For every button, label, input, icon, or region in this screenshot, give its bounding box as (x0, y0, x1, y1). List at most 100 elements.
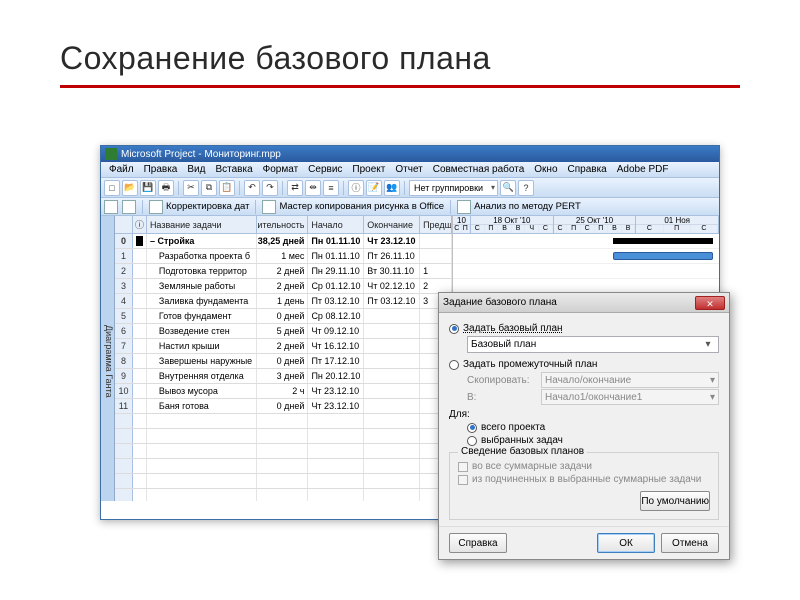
tb-split-icon[interactable]: ≡ (323, 180, 339, 196)
table-row-empty[interactable] (115, 429, 452, 444)
menu-insert[interactable]: Вставка (211, 164, 256, 175)
slide-title: Сохранение базового плана (60, 40, 740, 77)
radio-icon (467, 436, 477, 446)
tb-open-icon[interactable]: 📂 (122, 180, 138, 196)
for-label: Для: (449, 409, 719, 420)
table-row-empty[interactable] (115, 474, 452, 489)
table-row[interactable]: 2Подготовка территор2 днейПн 29.11.10Вт … (115, 264, 452, 279)
task-grid: ⓘ Название задачи Длительность Начало Ок… (115, 216, 453, 501)
table-row[interactable]: 0– Стройка38,25 днейПн 01.11.10Чт 23.12.… (115, 234, 452, 249)
rollup-group: Сведение базовых планов во все суммарные… (449, 452, 719, 520)
tb-unlink-icon[interactable]: ⇹ (305, 180, 321, 196)
table-row[interactable]: 7Настил крыши2 днейЧт 16.12.10 (115, 339, 452, 354)
table-row[interactable]: 6Возведение стен5 днейЧт 09.12.10 (115, 324, 452, 339)
ok-button[interactable]: ОК (597, 533, 655, 553)
group-legend: Сведение базовых планов (458, 446, 587, 457)
default-button[interactable]: По умолчанию (640, 491, 710, 511)
tb-undo-icon[interactable]: ↶ (244, 180, 260, 196)
table-row[interactable]: 4Заливка фундамента1 деньПт 03.12.10Пт 0… (115, 294, 452, 309)
tb-save-icon[interactable]: 💾 (140, 180, 156, 196)
tb-assign-icon[interactable]: 👥 (384, 180, 400, 196)
radio-icon (449, 360, 459, 370)
app-icon (105, 148, 117, 160)
tb-print-icon[interactable]: 🖶 (158, 180, 174, 196)
title-underline (60, 85, 740, 88)
pdf2-icon[interactable] (122, 200, 136, 214)
menu-tools[interactable]: Сервис (304, 164, 346, 175)
radio-icon (467, 423, 477, 433)
menu-edit[interactable]: Правка (140, 164, 182, 175)
table-row[interactable]: 1Разработка проекта б1 месПн 01.11.10Пт … (115, 249, 452, 264)
col-start[interactable]: Начало (308, 216, 364, 233)
tb-help-icon[interactable]: ? (518, 180, 534, 196)
grouping-select[interactable]: Нет группировки (409, 180, 498, 196)
table-row[interactable]: 8Завершены наружные0 днейПт 17.12.10 (115, 354, 452, 369)
chk-all-summary: во все суммарные задачи (458, 461, 710, 472)
set-baseline-dialog: Задание базового плана ✕ Задать базовый … (438, 292, 730, 560)
dialog-title: Задание базового плана (443, 297, 557, 308)
radio-icon (449, 324, 459, 334)
tb-redo-icon[interactable]: ↷ (262, 180, 278, 196)
col-name[interactable]: Название задачи (147, 216, 257, 233)
table-row-empty[interactable] (115, 489, 452, 501)
col-indicator[interactable]: ⓘ (133, 216, 147, 233)
menu-window[interactable]: Окно (530, 164, 561, 175)
help-button[interactable]: Справка (449, 533, 507, 553)
table-row[interactable]: 11Баня готова0 днейЧт 23.12.10 (115, 399, 452, 414)
checkbox-icon (458, 475, 468, 485)
table-row[interactable]: 5Готов фундамент0 днейСр 08.12.10 (115, 309, 452, 324)
baseline-select[interactable]: Базовый план▾ (467, 336, 719, 353)
app-titlebar: Microsoft Project - Мониторинг.mpp (101, 146, 719, 162)
table-row[interactable]: 9Внутренняя отделка3 днейПн 20.12.10 (115, 369, 452, 384)
view-bar-gantt[interactable]: Диаграмма Ганта (101, 216, 115, 501)
radio-selected-tasks[interactable]: выбранных задач (467, 435, 719, 446)
app-title: Microsoft Project - Мониторинг.mpp (121, 149, 281, 160)
gantt-timescale: 10СП 18 Окт '10СПВВЧС 25 Окт '10СПСПВВ 0… (453, 216, 719, 234)
menu-help[interactable]: Справка (564, 164, 611, 175)
menu-format[interactable]: Формат (259, 164, 303, 175)
table-row-empty[interactable] (115, 459, 452, 474)
into-label: В: (467, 392, 537, 403)
chk-from-subtasks: из подчиненных в выбранные суммарные зад… (458, 474, 710, 485)
tb-new-icon[interactable]: □ (104, 180, 120, 196)
radio-entire-project[interactable]: всего проекта (467, 422, 719, 433)
pert-analysis-button[interactable]: Анализ по методу PERT (457, 200, 581, 214)
toolbar-secondary: Корректировка дат Мастер копирования рис… (101, 198, 719, 216)
tb-info-icon[interactable]: ⓘ (348, 180, 364, 196)
tb-paste-icon[interactable]: 📋 (219, 180, 235, 196)
copy-select: Начало/окончание▾ (541, 372, 719, 388)
summary-bar[interactable] (613, 238, 713, 244)
copy-label: Скопировать: (467, 375, 537, 386)
table-row[interactable]: 10Вывоз мусора2 чЧт 23.12.10 (115, 384, 452, 399)
menu-view[interactable]: Вид (183, 164, 209, 175)
menu-project[interactable]: Проект (348, 164, 389, 175)
task-bar-1[interactable] (613, 252, 713, 260)
table-row-empty[interactable] (115, 414, 452, 429)
dialog-titlebar: Задание базового плана ✕ (439, 293, 729, 313)
tb-cut-icon[interactable]: ✂ (183, 180, 199, 196)
menu-report[interactable]: Отчет (391, 164, 426, 175)
table-row-empty[interactable] (115, 444, 452, 459)
col-pred[interactable]: Предшественники (420, 216, 452, 233)
col-finish[interactable]: Окончание (364, 216, 420, 233)
adjust-dates-button[interactable]: Корректировка дат (149, 200, 249, 214)
tb-copy-icon[interactable]: ⧉ (201, 180, 217, 196)
tb-link-icon[interactable]: ⇄ (287, 180, 303, 196)
table-row[interactable]: 3Земляные работы2 днейСр 01.12.10Чт 02.1… (115, 279, 452, 294)
cancel-button[interactable]: Отмена (661, 533, 719, 553)
toolbar-main: □ 📂 💾 🖶 ✂ ⧉ 📋 ↶ ↷ ⇄ ⇹ ≡ ⓘ 📝 👥 Нет группи… (101, 178, 719, 198)
close-button[interactable]: ✕ (695, 296, 725, 310)
copy-picture-button[interactable]: Мастер копирования рисунка в Office (262, 200, 444, 214)
checkbox-icon (458, 462, 468, 472)
menubar: Файл Правка Вид Вставка Формат Сервис Пр… (101, 162, 719, 178)
radio-set-baseline[interactable]: Задать базовый план (449, 323, 719, 334)
menu-collab[interactable]: Совместная работа (429, 164, 529, 175)
col-duration[interactable]: Длительность (257, 216, 309, 233)
tb-zoom-icon[interactable]: 🔍 (500, 180, 516, 196)
menu-file[interactable]: Файл (105, 164, 138, 175)
menu-adobe[interactable]: Adobe PDF (613, 164, 673, 175)
tb-note-icon[interactable]: 📝 (366, 180, 382, 196)
pdf-icon[interactable] (104, 200, 118, 214)
grid-header: ⓘ Название задачи Длительность Начало Ок… (115, 216, 452, 234)
radio-set-interim[interactable]: Задать промежуточный план (449, 359, 719, 370)
